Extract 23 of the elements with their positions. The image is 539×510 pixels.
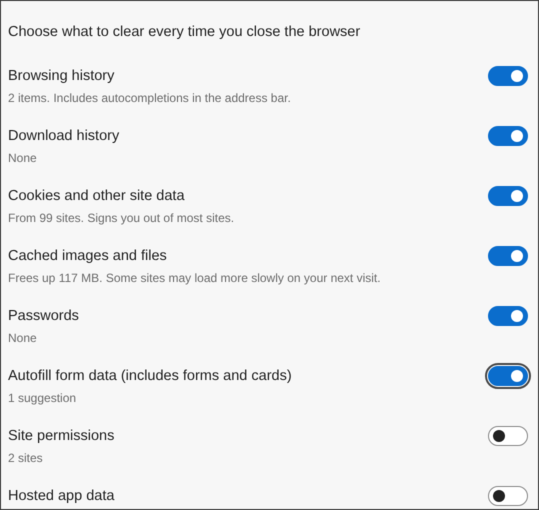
setting-description: 2 items. Includes autocompletions in the address bar. [8, 90, 291, 107]
setting-title: Passwords [8, 307, 79, 326]
setting-title: Hosted app data [8, 487, 114, 506]
setting-title: Cached images and files [8, 247, 167, 266]
section-heading: Choose what to clear every time you close the browser [8, 23, 362, 42]
toggle-switch[interactable] [488, 426, 528, 446]
setting-title: Download history [8, 127, 120, 146]
setting-description: Frees up 117 MB. Some sites may load more slowly on your next visit. [8, 270, 381, 287]
setting-description: From 99 sites. Signs you out of most sites. [8, 210, 234, 227]
setting-title: Cookies and other site data [8, 187, 185, 206]
toggle-switch[interactable] [488, 486, 528, 506]
setting-description: None [8, 150, 37, 167]
setting-description: 2 sites [8, 450, 43, 467]
setting-title: Browsing history [8, 67, 114, 86]
toggle-switch[interactable] [488, 126, 528, 146]
setting-description: 1 suggestion [8, 390, 76, 407]
setting-title: Autofill form data (includes forms and cards) [8, 367, 292, 386]
setting-title: Site permissions [8, 427, 114, 446]
toggle-switch[interactable] [488, 306, 528, 326]
toggle-switch[interactable] [488, 66, 528, 86]
toggle-switch[interactable] [488, 186, 528, 206]
toggle-switch[interactable] [488, 246, 528, 266]
setting-description: None [8, 330, 37, 347]
